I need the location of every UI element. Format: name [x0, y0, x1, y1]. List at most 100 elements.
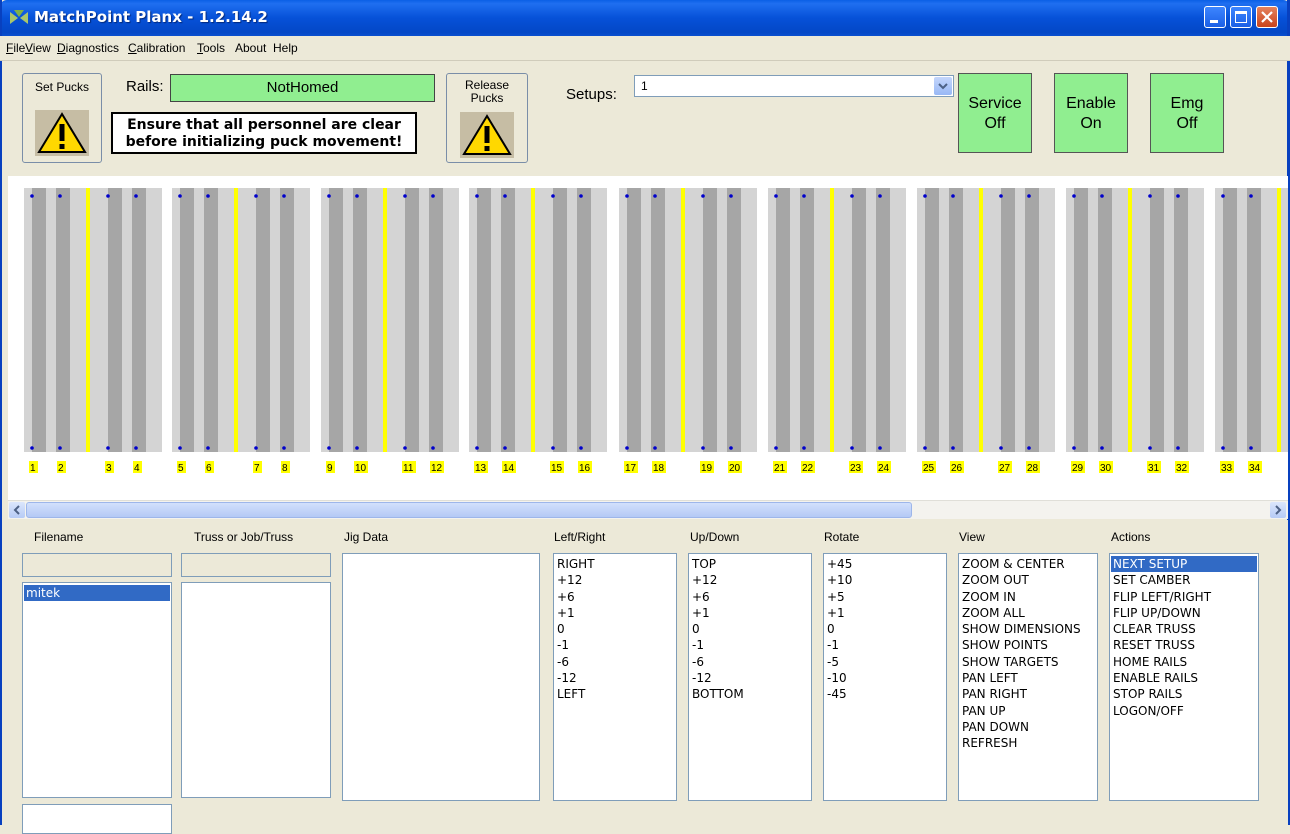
set-pucks-button[interactable]: Set Pucks	[22, 73, 102, 163]
rail-band	[834, 188, 844, 452]
view-item[interactable]: ZOOM IN	[962, 589, 1094, 605]
up-down-list[interactable]: TOP +12 +6 +1 0 -1 -6 -12 BOTTOM	[688, 553, 812, 801]
up-down-item[interactable]: +6	[692, 589, 808, 605]
horizontal-scrollbar[interactable]	[8, 500, 1288, 519]
view-item[interactable]: ZOOM & CENTER	[962, 556, 1094, 572]
rotate-item[interactable]: -5	[827, 654, 943, 670]
menu-diagnostics[interactable]: Diagnostics	[57, 41, 119, 55]
actions-list[interactable]: NEXT SETUP SET CAMBER FLIP LEFT/RIGHT FLIP …	[1109, 553, 1259, 801]
close-button[interactable]	[1256, 6, 1278, 28]
rails-view[interactable]: 1 2 3 4 5 6 7 8 9 10 11 12 13 14 15 16 17 18 19 20 21 22 23 24 2…	[8, 176, 1288, 500]
menu-view[interactable]: View	[25, 41, 51, 55]
release-pucks-button[interactable]: Release Pucks	[446, 73, 528, 163]
rotate-item[interactable]: +5	[827, 589, 943, 605]
up-down-item[interactable]: +1	[692, 605, 808, 621]
rails-canvas: 1 2 3 4 5 6 7 8 9 10 11 12 13 14 15 16 17 18 19 20 21 22 23 24 2…	[24, 188, 1288, 474]
left-right-item[interactable]: LEFT	[557, 686, 673, 702]
rail-label: 7	[254, 463, 260, 474]
jig-data-list[interactable]	[342, 553, 540, 801]
rotate-item[interactable]: 0	[827, 621, 943, 637]
view-item[interactable]: PAN UP	[962, 703, 1094, 719]
filename-search-field[interactable]	[22, 553, 172, 577]
setups-dropdown[interactable]: 1	[634, 75, 954, 97]
left-right-item[interactable]: -12	[557, 670, 673, 686]
menu-help[interactable]: Help	[273, 41, 298, 55]
rail-label: 20	[729, 463, 741, 474]
filename-extra-field[interactable]	[22, 804, 172, 834]
view-item[interactable]: ZOOM ALL	[962, 605, 1094, 621]
view-list[interactable]: ZOOM & CENTER ZOOM OUT ZOOM IN ZOOM ALL SHOW…	[958, 553, 1098, 801]
maximize-button[interactable]	[1230, 6, 1252, 28]
rotate-item[interactable]: -45	[827, 686, 943, 702]
rotate-item[interactable]: +1	[827, 605, 943, 621]
scroll-left-icon[interactable]	[9, 502, 25, 518]
rail-band	[419, 188, 429, 452]
up-down-item[interactable]: TOP	[692, 556, 808, 572]
up-down-item[interactable]: -1	[692, 637, 808, 653]
scroll-right-icon[interactable]	[1270, 502, 1286, 518]
left-right-item[interactable]: -1	[557, 637, 673, 653]
up-down-item[interactable]: 0	[692, 621, 808, 637]
left-right-list[interactable]: RIGHT +12 +6 +1 0 -1 -6 -12 LEFT	[553, 553, 677, 801]
up-down-item[interactable]: -12	[692, 670, 808, 686]
left-right-item[interactable]: 0	[557, 621, 673, 637]
menu-about[interactable]: About	[235, 41, 266, 55]
actions-item[interactable]: RESET TRUSS	[1113, 637, 1255, 653]
actions-item[interactable]: HOME RAILS	[1113, 654, 1255, 670]
rail-label: 34	[1249, 463, 1261, 474]
rail-separator	[86, 188, 90, 452]
rotate-item[interactable]: -10	[827, 670, 943, 686]
rail-label: 30	[1100, 463, 1112, 474]
rail-band	[218, 188, 234, 452]
up-down-item[interactable]: -6	[692, 654, 808, 670]
actions-item[interactable]: SET CAMBER	[1113, 572, 1255, 588]
view-item[interactable]: SHOW TARGETS	[962, 654, 1094, 670]
actions-item[interactable]: STOP RAILS	[1113, 686, 1255, 702]
view-item[interactable]: REFRESH	[962, 735, 1094, 751]
left-right-item[interactable]: +6	[557, 589, 673, 605]
left-right-item[interactable]: -6	[557, 654, 673, 670]
actions-item[interactable]: FLIP LEFT/RIGHT	[1113, 589, 1255, 605]
view-item[interactable]: PAN LEFT	[962, 670, 1094, 686]
truss-search-field[interactable]	[181, 553, 331, 577]
actions-item[interactable]: LOGON/OFF	[1113, 703, 1255, 719]
rotate-item[interactable]: +45	[827, 556, 943, 572]
up-down-item[interactable]: +12	[692, 572, 808, 588]
left-right-item[interactable]: RIGHT	[557, 556, 673, 572]
actions-item[interactable]: CLEAR TRUSS	[1113, 621, 1255, 637]
left-right-item[interactable]: +12	[557, 572, 673, 588]
enable-toggle[interactable]: Enable On	[1054, 73, 1128, 153]
view-item[interactable]: ZOOM OUT	[962, 572, 1094, 588]
up-down-item[interactable]: BOTTOM	[692, 686, 808, 702]
actions-item[interactable]: ENABLE RAILS	[1113, 670, 1255, 686]
puck-bottom	[774, 446, 778, 450]
rail-band	[270, 188, 280, 452]
rail-band	[397, 188, 405, 452]
filename-list[interactable]: mitek	[22, 582, 172, 798]
rotate-header: Rotate	[824, 530, 860, 544]
rotate-item[interactable]: -1	[827, 637, 943, 653]
view-item[interactable]: SHOW DIMENSIONS	[962, 621, 1094, 637]
actions-item[interactable]: NEXT SETUP	[1111, 556, 1257, 573]
view-item[interactable]: SHOW POINTS	[962, 637, 1094, 653]
menu-file[interactable]: File	[6, 41, 25, 55]
view-item[interactable]: PAN RIGHT	[962, 686, 1094, 702]
rail-band	[70, 188, 86, 452]
rotate-item[interactable]: +10	[827, 572, 943, 588]
chevron-down-icon[interactable]	[934, 77, 952, 95]
menu-calibration[interactable]: Calibration	[128, 41, 185, 55]
emg-toggle[interactable]: Emg Off	[1150, 73, 1224, 153]
service-toggle[interactable]: Service Off	[958, 73, 1032, 153]
minimize-button[interactable]	[1204, 6, 1226, 28]
rail-band	[925, 188, 939, 452]
truss-list[interactable]	[181, 582, 331, 798]
close-icon	[1261, 11, 1273, 23]
view-item[interactable]: PAN DOWN	[962, 719, 1094, 735]
rotate-list[interactable]: +45 +10 +5 +1 0 -1 -5 -10 -45	[823, 553, 947, 801]
scroll-thumb[interactable]	[26, 502, 912, 518]
actions-item[interactable]: FLIP UP/DOWN	[1113, 605, 1255, 621]
title-bar[interactable]: MatchPoint Planx - 1.2.14.2	[0, 0, 1290, 36]
filename-item[interactable]: mitek	[24, 585, 170, 602]
left-right-item[interactable]: +1	[557, 605, 673, 621]
menu-tools[interactable]: Tools	[197, 41, 225, 55]
